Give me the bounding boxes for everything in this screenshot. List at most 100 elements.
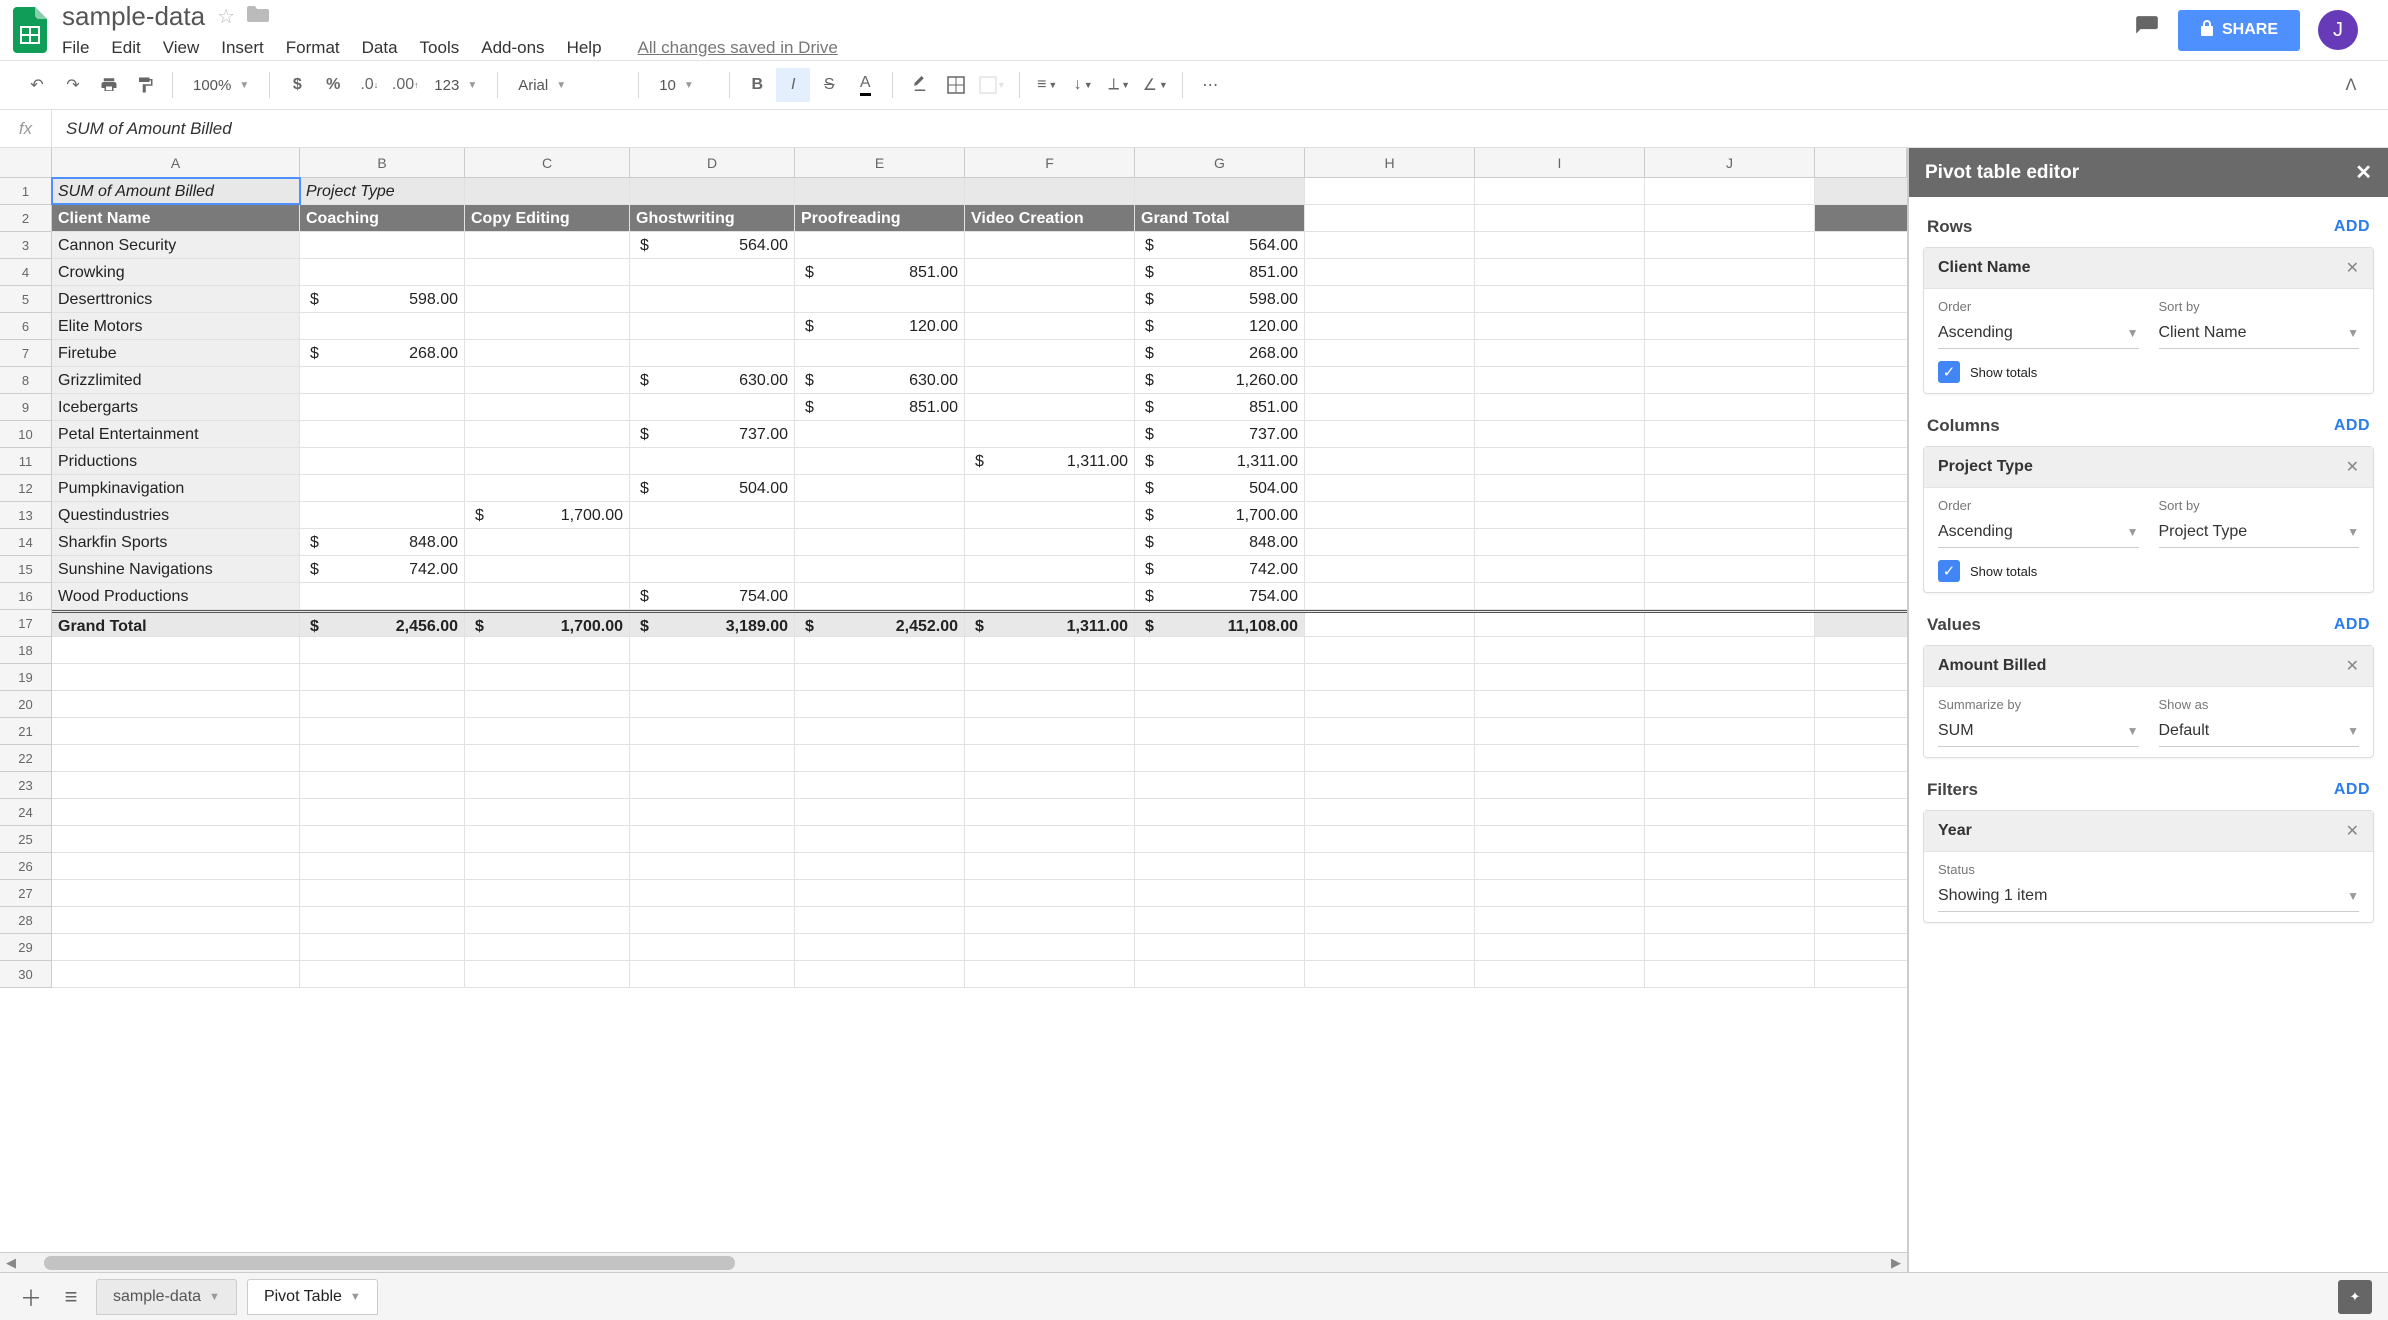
cell[interactable] [300, 259, 465, 285]
cell[interactable] [465, 340, 630, 366]
cell[interactable] [795, 232, 965, 258]
cell[interactable] [52, 853, 300, 879]
cell[interactable] [795, 448, 965, 474]
cell[interactable] [965, 772, 1135, 798]
scroll-right-button[interactable]: ▶ [1885, 1255, 1907, 1271]
cell[interactable] [1475, 475, 1645, 501]
cell[interactable] [300, 826, 465, 852]
cell[interactable] [1475, 259, 1645, 285]
cell[interactable] [1475, 232, 1645, 258]
cell[interactable] [465, 313, 630, 339]
explore-button[interactable]: ✦ [2338, 1280, 2372, 1314]
bold-button[interactable]: B [740, 68, 774, 102]
row-header-19[interactable]: 19 [0, 664, 51, 691]
cell[interactable]: Proofreading [795, 205, 965, 231]
filter-status-select[interactable]: Showing 1 item▼ [1938, 881, 2359, 912]
cell[interactable] [1645, 529, 1815, 555]
decrease-decimal-button[interactable]: .0↓ [352, 68, 386, 102]
row-header-3[interactable]: 3 [0, 232, 51, 259]
cell[interactable]: $598.00 [300, 286, 465, 312]
cell[interactable] [965, 826, 1135, 852]
cell[interactable]: $504.00 [630, 475, 795, 501]
cell[interactable] [1645, 556, 1815, 582]
cell[interactable] [300, 583, 465, 609]
cell[interactable] [630, 502, 795, 528]
cell[interactable] [795, 178, 965, 204]
cell[interactable] [965, 556, 1135, 582]
cell[interactable] [1305, 880, 1475, 906]
row-header-5[interactable]: 5 [0, 286, 51, 313]
cell[interactable] [52, 772, 300, 798]
cell[interactable] [965, 907, 1135, 933]
cell[interactable] [1135, 961, 1305, 987]
cell[interactable] [300, 880, 465, 906]
strikethrough-button[interactable]: S [812, 68, 846, 102]
menu-insert[interactable]: Insert [221, 38, 264, 58]
cell[interactable] [965, 286, 1135, 312]
row-header-10[interactable]: 10 [0, 421, 51, 448]
cell[interactable]: $851.00 [1135, 394, 1305, 420]
cell[interactable] [630, 691, 795, 717]
cell[interactable] [1305, 799, 1475, 825]
cell[interactable] [1135, 934, 1305, 960]
cell[interactable]: Video Creation [965, 205, 1135, 231]
column-header-B[interactable]: B [300, 148, 465, 177]
add-values-button[interactable]: ADD [2334, 616, 2370, 634]
cell[interactable] [1645, 583, 1815, 609]
cell[interactable] [965, 853, 1135, 879]
cell[interactable] [795, 583, 965, 609]
cell[interactable] [795, 664, 965, 690]
column-header-C[interactable]: C [465, 148, 630, 177]
cell[interactable]: $1,700.00 [1135, 502, 1305, 528]
cell[interactable]: $268.00 [1135, 340, 1305, 366]
cell[interactable] [1305, 583, 1475, 609]
row-header-6[interactable]: 6 [0, 313, 51, 340]
cell[interactable] [465, 367, 630, 393]
horizontal-align-button[interactable]: ≡▼ [1030, 68, 1064, 102]
spreadsheet-grid[interactable]: ABCDEFGHIJ 12345678910111213141516171819… [0, 148, 1908, 1272]
columns-show-totals-checkbox[interactable]: ✓ [1938, 560, 1960, 582]
row-header-22[interactable]: 22 [0, 745, 51, 772]
cell[interactable] [300, 367, 465, 393]
cell[interactable] [1475, 745, 1645, 771]
cell[interactable] [630, 880, 795, 906]
cell[interactable] [965, 799, 1135, 825]
paint-format-button[interactable] [128, 68, 162, 102]
add-filters-button[interactable]: ADD [2334, 781, 2370, 799]
cell[interactable] [300, 853, 465, 879]
cell[interactable]: Copy Editing [465, 205, 630, 231]
cell[interactable] [795, 529, 965, 555]
cell[interactable] [1135, 691, 1305, 717]
cell[interactable] [1645, 340, 1815, 366]
row-header-17[interactable]: 17 [0, 610, 51, 637]
cell[interactable] [1645, 637, 1815, 663]
cell[interactable]: $754.00 [630, 583, 795, 609]
doc-title[interactable]: sample-data [62, 1, 205, 32]
cell[interactable] [300, 421, 465, 447]
print-button[interactable] [92, 68, 126, 102]
column-header-I[interactable]: I [1475, 148, 1645, 177]
cell[interactable] [300, 232, 465, 258]
cell[interactable] [795, 853, 965, 879]
cell[interactable] [1475, 340, 1645, 366]
cell[interactable] [1135, 637, 1305, 663]
cell[interactable] [965, 637, 1135, 663]
columns-order-select[interactable]: Ascending▼ [1938, 517, 2139, 548]
cell[interactable] [465, 286, 630, 312]
cell[interactable] [300, 313, 465, 339]
cell[interactable] [965, 475, 1135, 501]
cell[interactable] [965, 664, 1135, 690]
cell[interactable] [1475, 178, 1645, 204]
row-header-2[interactable]: 2 [0, 205, 51, 232]
cell[interactable] [1135, 880, 1305, 906]
row-header-16[interactable]: 16 [0, 583, 51, 610]
fill-color-button[interactable] [903, 68, 937, 102]
cell[interactable] [52, 826, 300, 852]
cell[interactable]: $564.00 [1135, 232, 1305, 258]
cell[interactable]: $742.00 [1135, 556, 1305, 582]
cell[interactable] [1305, 556, 1475, 582]
cell[interactable] [1305, 475, 1475, 501]
cell[interactable] [965, 718, 1135, 744]
cell[interactable] [465, 691, 630, 717]
cell[interactable] [795, 907, 965, 933]
